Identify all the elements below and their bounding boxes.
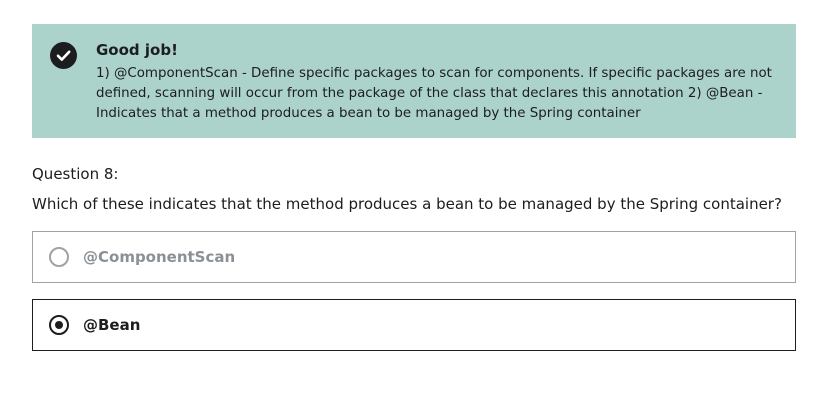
radio-selected-icon[interactable] [49,315,69,335]
question-number: Question 8: [32,165,119,183]
question-prompt: Which of these indicates that the method… [32,195,782,213]
answer-label: @Bean [83,316,141,334]
answer-option-bean[interactable]: @Bean [32,299,796,351]
radio-dot [55,321,63,329]
answer-label: @ComponentScan [83,248,236,266]
check-circle-icon [50,42,77,69]
feedback-banner: Good job! 1) @ComponentScan - Define spe… [32,24,796,138]
feedback-title: Good job! [96,41,178,59]
answer-option-componentscan[interactable]: @ComponentScan [32,231,796,283]
radio-unselected-icon[interactable] [49,247,69,267]
feedback-explanation: 1) @ComponentScan - Define specific pack… [96,66,772,121]
